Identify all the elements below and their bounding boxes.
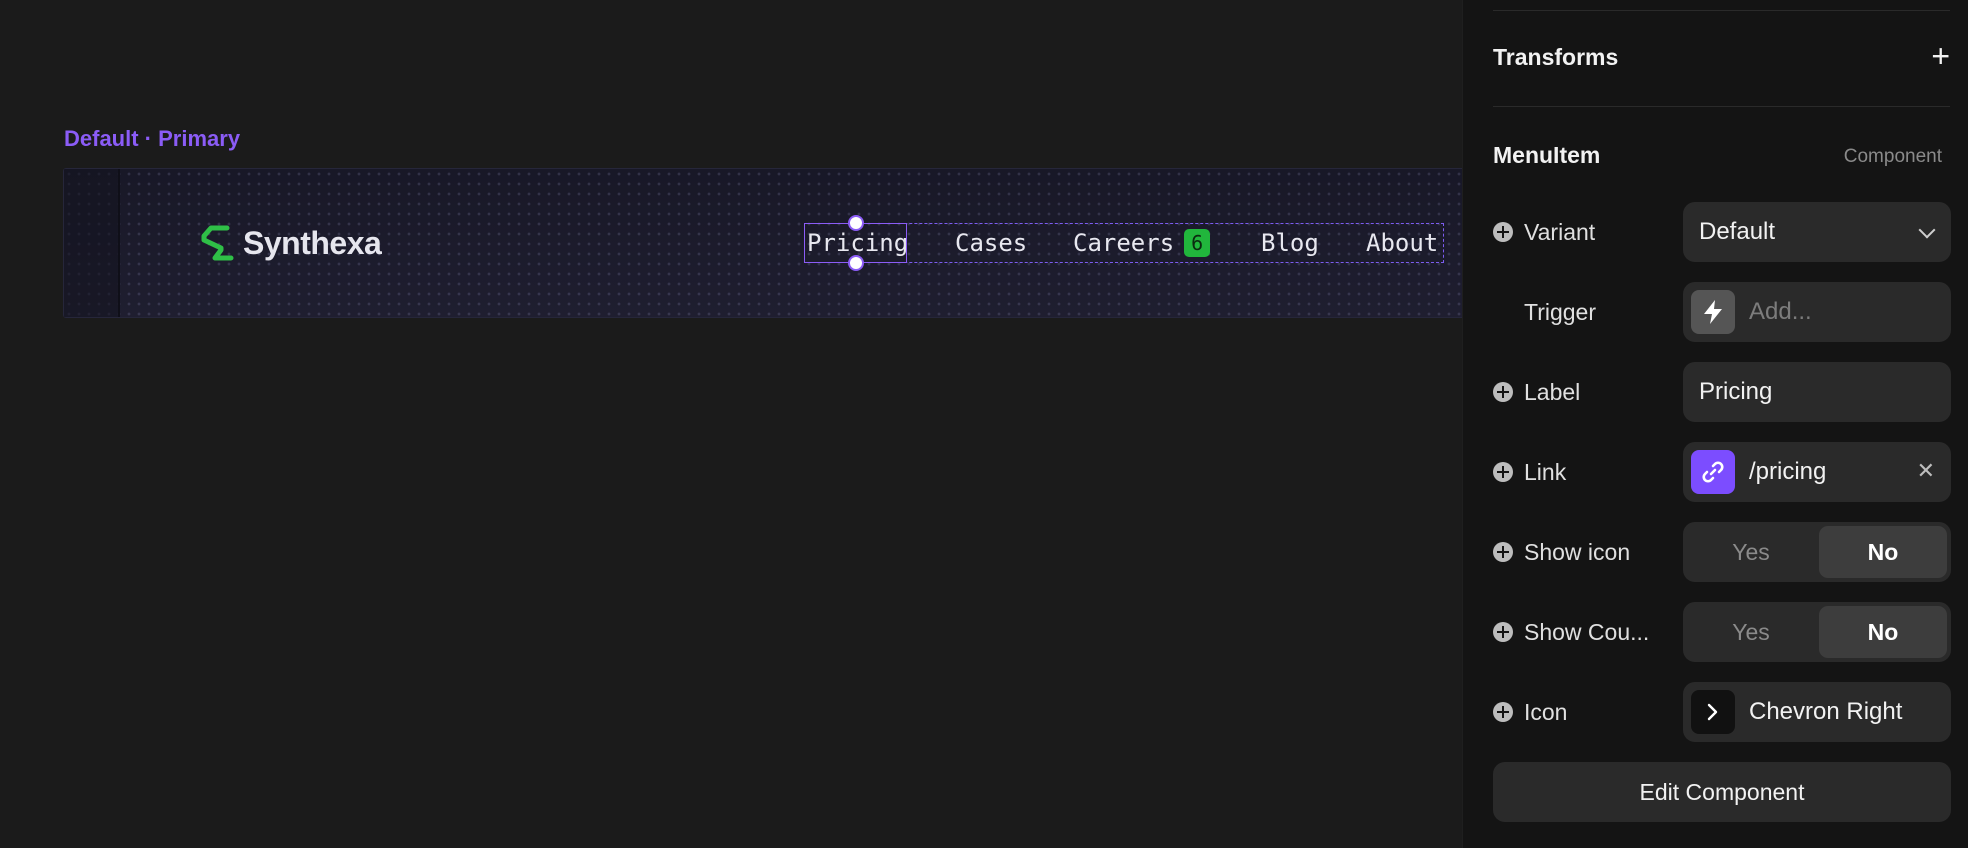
menu-item-blog[interactable]: Blog [1261,228,1319,258]
link-icon [1691,450,1735,494]
trigger-field[interactable]: Add... [1683,282,1951,342]
show-icon-no-option[interactable]: No [1819,526,1947,578]
selection-box [804,215,907,271]
label-value: Pricing [1699,378,1773,405]
resize-handle-top[interactable] [848,215,864,231]
label-label-text: Label [1524,378,1581,405]
link-label-text: Link [1524,458,1567,485]
show-count-label-text: Show Cou... [1524,618,1650,645]
chevron-right-icon [1691,690,1735,734]
menu-stack[interactable]: Pricing Cases Careers 6 Blog About [804,215,1444,271]
navbar-frame[interactable]: Synthexa Pricing Cases Careers 6 Blog Abo… [63,168,1462,318]
add-circle-icon[interactable] [1493,702,1513,722]
count-badge: 6 [1184,229,1211,257]
link-value: /pricing [1749,458,1827,485]
icon-value: Chevron Right [1749,698,1903,725]
icon-label-text: Icon [1524,698,1568,725]
trigger-placeholder: Add... [1749,298,1812,325]
menu-item-about[interactable]: About [1366,228,1438,258]
trigger-label-text: Trigger [1524,298,1596,325]
trigger-label: Trigger [1493,282,1596,342]
variant-label-text: Variant [1524,218,1596,245]
properties-panel: Transforms + MenuItem Component Variant … [1462,0,1968,848]
synthexa-logo-icon [201,225,234,261]
lightning-icon [1691,290,1735,334]
show-count-toggle: Yes No [1683,602,1951,662]
add-circle-icon[interactable] [1493,542,1513,562]
icon-label: Icon [1493,682,1567,742]
add-circle-icon[interactable] [1493,622,1513,642]
section-title: MenuItem [1493,142,1601,168]
add-circle-icon[interactable] [1493,462,1513,482]
divider [1493,106,1950,107]
transforms-title: Transforms [1493,44,1619,70]
logo-text: Synthexa [243,224,382,261]
frame-label[interactable]: Default · Primary [64,126,240,152]
variant-label: Variant [1493,202,1595,262]
add-circle-icon[interactable] [1493,222,1513,242]
resize-handle-bottom[interactable] [848,255,864,271]
edit-component-button[interactable]: Edit Component [1493,762,1951,822]
show-icon-yes-option[interactable]: Yes [1687,526,1815,578]
design-canvas[interactable]: Default · Primary Synthexa Pricing Cases… [0,0,1462,848]
navbar-gutter [64,169,120,317]
chevron-down-icon [1918,221,1936,239]
variant-select[interactable]: Default [1683,202,1951,262]
variant-value: Default [1699,218,1776,245]
icon-select[interactable]: Chevron Right [1683,682,1951,742]
close-icon[interactable]: ✕ [1917,458,1935,484]
menu-item-careers[interactable]: Careers 6 [1073,228,1211,258]
link-label: Link [1493,442,1566,502]
section-subtitle: Component [1843,146,1942,167]
label-label: Label [1493,362,1580,422]
show-icon-label: Show icon [1493,522,1630,582]
show-count-no-option[interactable]: No [1819,606,1947,658]
show-count-yes-option[interactable]: Yes [1687,606,1815,658]
add-circle-icon[interactable] [1493,382,1513,402]
logo[interactable]: Synthexa [201,224,382,262]
label-input[interactable]: Pricing [1683,362,1951,422]
divider [1493,10,1950,11]
plus-icon[interactable]: + [1931,40,1950,72]
link-field[interactable]: /pricing ✕ [1683,442,1951,502]
show-count-label: Show Cou... [1493,602,1649,662]
show-icon-label-text: Show icon [1524,538,1631,565]
show-icon-toggle: Yes No [1683,522,1951,582]
menu-item-cases[interactable]: Cases [955,228,1027,258]
menu-item-careers-label: Careers [1073,229,1175,257]
